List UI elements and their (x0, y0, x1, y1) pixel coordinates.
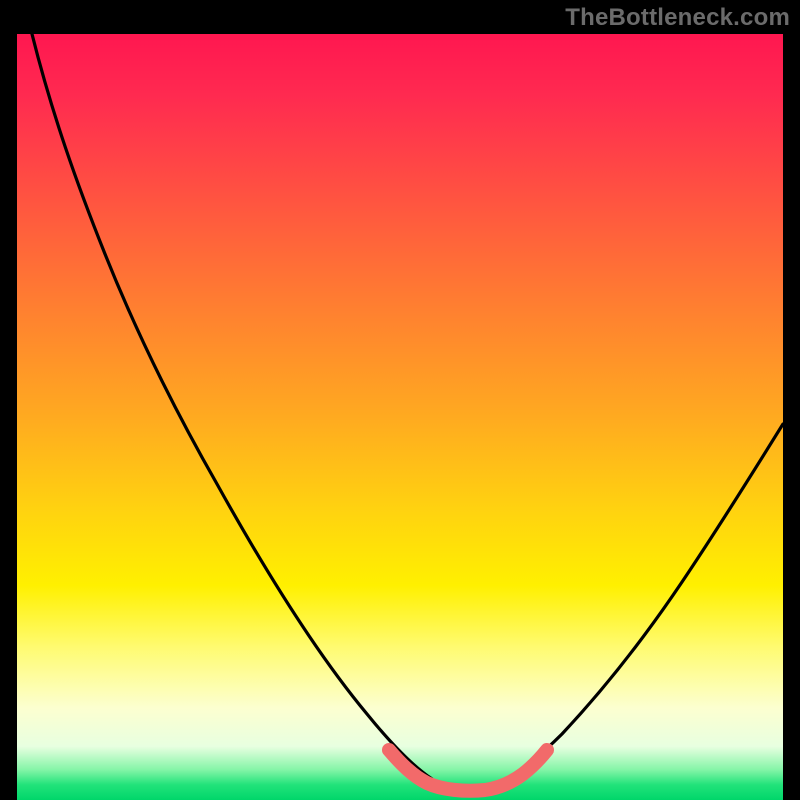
valley-highlight (389, 750, 547, 791)
chart-svg (17, 34, 783, 800)
chart-container: TheBottleneck.com (0, 0, 800, 800)
watermark-text: TheBottleneck.com (565, 4, 790, 32)
plot-area (17, 34, 783, 800)
bottleneck-curve (32, 34, 783, 789)
